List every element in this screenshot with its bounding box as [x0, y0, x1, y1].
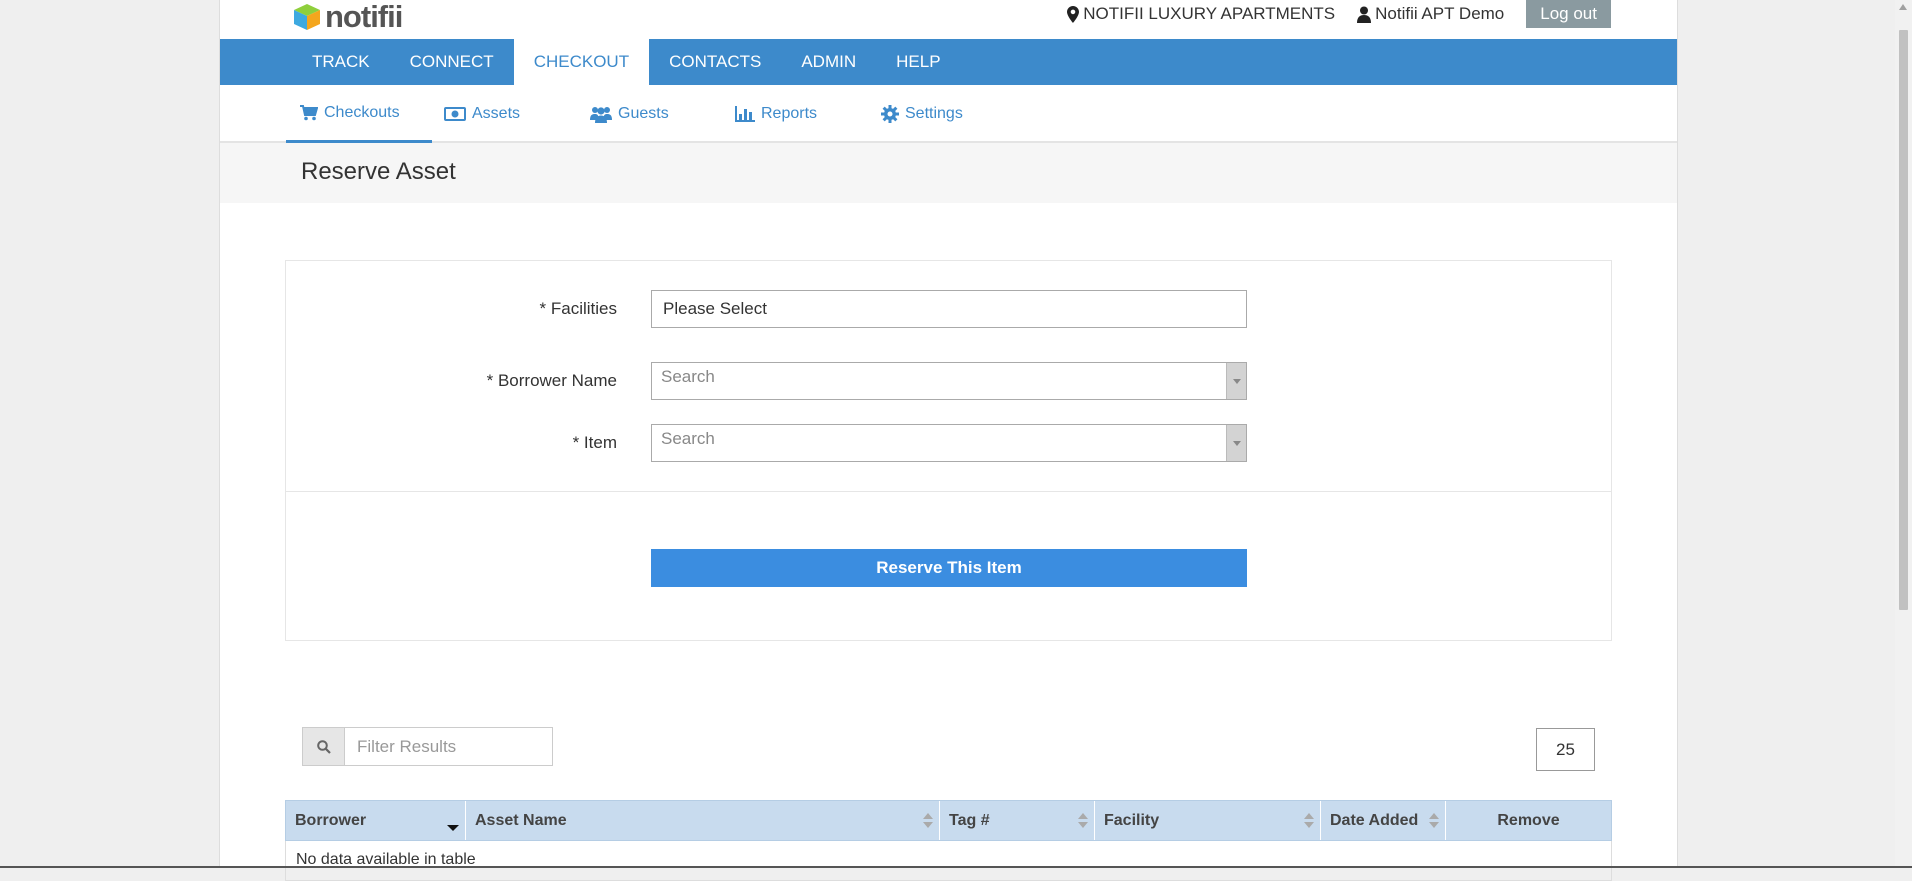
- page-size-select[interactable]: 25: [1536, 728, 1595, 771]
- caret-down-icon: [1232, 378, 1241, 384]
- nav-contacts[interactable]: CONTACTS: [649, 39, 781, 85]
- facilities-label: * Facilities: [539, 299, 617, 318]
- column-label: Facility: [1104, 812, 1160, 829]
- subnav-label: Reports: [761, 105, 818, 122]
- vertical-scrollbar[interactable]: [1895, 0, 1912, 868]
- location-indicator[interactable]: NOTIFII LUXURY APARTMENTS: [1067, 4, 1335, 24]
- brand-logo[interactable]: notifii: [292, 0, 403, 34]
- borrower-search-placeholder: Search: [661, 367, 715, 386]
- borrower-name-label: * Borrower Name: [486, 371, 617, 390]
- main-nav: TRACK CONNECT CHECKOUT CONTACTS ADMIN HE…: [220, 39, 1677, 85]
- reservations-table: Borrower Asset Name Tag # Facility Date …: [285, 800, 1612, 881]
- page-container: notifii NOTIFII LUXURY APARTMENTS Notifi…: [219, 0, 1678, 881]
- column-date-added[interactable]: Date Added: [1321, 801, 1446, 840]
- subnav-label: Guests: [618, 105, 669, 122]
- filter-search-addon: [302, 727, 345, 766]
- borrower-name-search[interactable]: Search: [651, 362, 1247, 400]
- money-icon: [444, 107, 466, 121]
- panel-divider: [286, 491, 1611, 492]
- subnav-settings[interactable]: Settings: [881, 85, 963, 143]
- column-label: Date Added: [1330, 812, 1419, 829]
- column-label: Borrower: [295, 812, 367, 829]
- column-tag[interactable]: Tag #: [940, 801, 1095, 840]
- top-bar: notifii NOTIFII LUXURY APARTMENTS Notifi…: [220, 0, 1677, 39]
- item-dropdown-arrow[interactable]: [1226, 425, 1246, 461]
- search-icon: [316, 739, 331, 754]
- scrollbar-thumb[interactable]: [1899, 30, 1908, 610]
- caret-down-icon: [1232, 440, 1241, 446]
- gear-icon: [881, 105, 899, 123]
- filter-group: Filter Results: [302, 727, 553, 766]
- sort-both-icon: [923, 813, 933, 828]
- location-name: NOTIFII LUXURY APARTMENTS: [1083, 4, 1336, 23]
- subnav-reports[interactable]: Reports: [735, 85, 817, 143]
- cart-icon: [300, 104, 318, 120]
- user-icon: [1357, 6, 1372, 23]
- subnav-label: Assets: [472, 105, 521, 122]
- column-remove: Remove: [1446, 801, 1611, 840]
- column-label: Asset Name: [475, 812, 567, 829]
- users-icon: [590, 107, 612, 123]
- user-name: Notifii APT Demo: [1375, 4, 1505, 23]
- subnav-checkouts[interactable]: Checkouts: [286, 85, 432, 143]
- subnav-label: Checkouts: [324, 103, 400, 121]
- nav-checkout[interactable]: CHECKOUT: [513, 39, 650, 85]
- user-indicator[interactable]: Notifii APT Demo: [1357, 4, 1504, 24]
- column-asset-name[interactable]: Asset Name: [466, 801, 940, 840]
- table-empty-row: No data available in table: [285, 841, 1612, 881]
- item-label: * Item: [572, 433, 617, 452]
- sort-desc-icon: [447, 825, 459, 831]
- nav-track[interactable]: TRACK: [292, 39, 390, 85]
- subnav-label: Settings: [905, 105, 963, 122]
- item-search-placeholder: Search: [661, 429, 715, 448]
- nav-admin[interactable]: ADMIN: [781, 39, 876, 85]
- column-label: Tag #: [949, 812, 990, 829]
- nav-connect[interactable]: CONNECT: [390, 39, 514, 85]
- bar-chart-icon: [735, 106, 755, 122]
- item-search[interactable]: Search: [651, 424, 1247, 462]
- column-facility[interactable]: Facility: [1095, 801, 1321, 840]
- table-header: Borrower Asset Name Tag # Facility Date …: [285, 800, 1612, 841]
- reserve-form-panel: * Facilities Please Select * Borrower Na…: [285, 260, 1612, 641]
- facilities-select[interactable]: Please Select: [651, 290, 1247, 328]
- column-label: Remove: [1497, 812, 1560, 829]
- sort-both-icon: [1078, 813, 1088, 828]
- logout-button[interactable]: Log out: [1526, 0, 1611, 28]
- sort-both-icon: [1304, 813, 1314, 828]
- filter-results-input[interactable]: Filter Results: [345, 727, 553, 766]
- scroll-up-arrow-icon[interactable]: [1899, 4, 1907, 10]
- reserve-item-button[interactable]: Reserve This Item: [651, 549, 1247, 587]
- logo-cube-icon: [294, 4, 320, 30]
- brand-name: notifii: [325, 0, 403, 34]
- subnav-guests[interactable]: Guests: [590, 85, 669, 143]
- page-header: Reserve Asset: [220, 143, 1677, 203]
- sort-both-icon: [1429, 813, 1439, 828]
- borrower-dropdown-arrow[interactable]: [1226, 363, 1246, 399]
- page-title: Reserve Asset: [301, 158, 456, 185]
- nav-help[interactable]: HELP: [876, 39, 960, 85]
- top-right-info: NOTIFII LUXURY APARTMENTS Notifii APT De…: [1067, 0, 1611, 28]
- column-borrower[interactable]: Borrower: [286, 801, 466, 840]
- map-marker-icon: [1067, 5, 1080, 23]
- subnav-assets[interactable]: Assets: [444, 85, 520, 143]
- sub-nav: Checkouts Assets Guests Reports Settings: [220, 85, 1677, 143]
